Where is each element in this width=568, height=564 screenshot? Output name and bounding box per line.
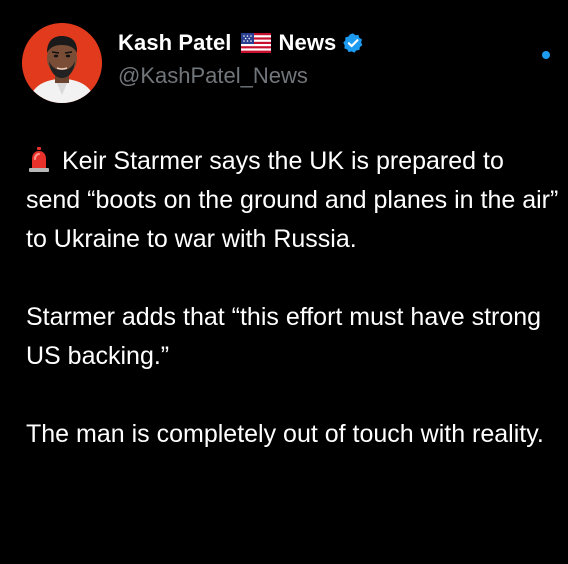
tweet-paragraph-text: Keir Starmer says the UK is prepared to … (26, 147, 559, 253)
author-handle[interactable]: @KashPatel_News (118, 62, 528, 90)
author-name-suffix[interactable]: News (279, 30, 337, 56)
author-name-row[interactable]: Kash Patel News (118, 28, 528, 58)
tweet-paragraph: The man is completely out of touch with … (26, 420, 544, 448)
verified-badge-icon[interactable] (342, 32, 364, 54)
siren-icon (26, 147, 52, 173)
tweet-header: Kash Patel News @KashPatel_News (118, 28, 528, 90)
avatar[interactable] (22, 23, 102, 103)
author-name[interactable]: Kash Patel (118, 30, 232, 56)
avatar-portrait (22, 23, 102, 103)
tweet-paragraph: Keir Starmer says the UK is prepared to … (26, 142, 561, 259)
tweet-card: Kash Patel News @KashPatel_News Keir Sta… (0, 0, 568, 564)
tweet-paragraph: Starmer adds that “this effort must have… (26, 303, 542, 370)
tweet-text: Keir Starmer says the UK is prepared to … (26, 142, 561, 454)
unread-indicator-dot (542, 51, 550, 59)
us-flag-icon (240, 33, 271, 53)
